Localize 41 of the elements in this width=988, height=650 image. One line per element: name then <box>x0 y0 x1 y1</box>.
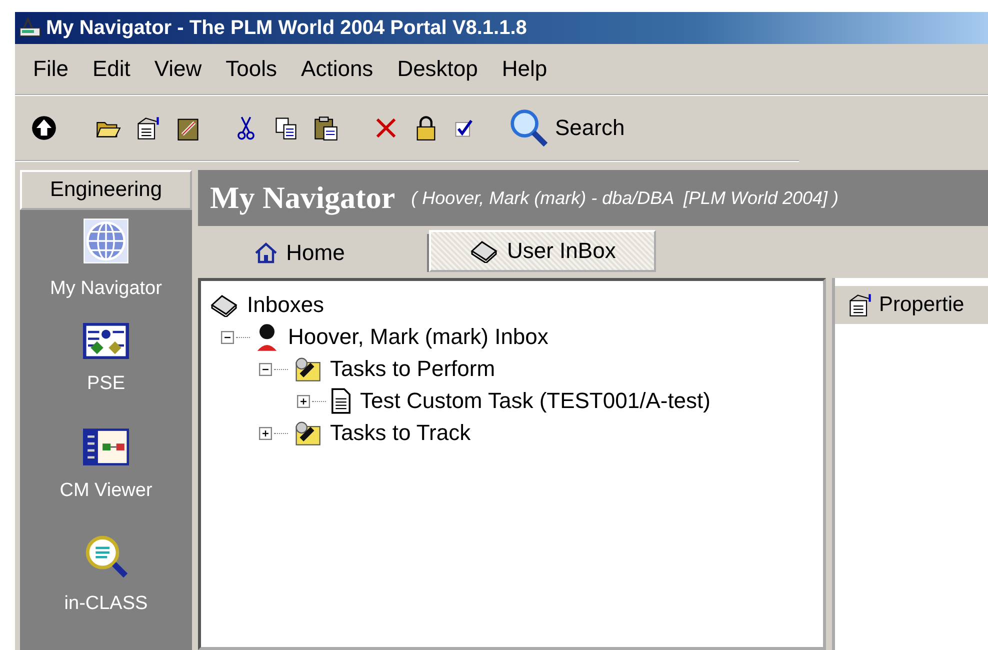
sidebar-item[interactable]: CM Viewer <box>20 428 192 525</box>
expander-icon[interactable] <box>259 426 272 440</box>
window-title: My Navigator - The PLM World 2004 Portal V8.1.1.8 <box>46 16 527 40</box>
properties-icon <box>847 292 873 318</box>
menu-item[interactable]: Actions <box>301 56 374 82</box>
tray-icon <box>469 239 499 263</box>
tray-icon <box>209 293 239 317</box>
copy-icon <box>273 115 299 141</box>
tree-item[interactable]: Tasks to Track <box>330 420 471 446</box>
sidebar-item[interactable]: in-CLASS <box>20 533 192 630</box>
magnifier-icon <box>83 533 129 579</box>
menu-item[interactable]: File <box>33 56 68 82</box>
group-button[interactable]: Engineering <box>20 170 192 210</box>
menu-item[interactable]: View <box>154 56 202 82</box>
expander-icon[interactable] <box>297 394 310 408</box>
page-title: My Navigator <box>210 180 396 216</box>
properties-tab[interactable]: Propertie <box>835 286 988 324</box>
menu-item[interactable]: Edit <box>92 56 130 82</box>
paste-icon <box>313 115 339 141</box>
toolbar-button[interactable] <box>29 113 59 143</box>
sidebar-item[interactable]: PSE <box>20 323 192 420</box>
search-button[interactable]: Search <box>507 106 627 150</box>
search-icon <box>509 108 549 148</box>
tree-item[interactable]: Inboxes <box>247 292 324 318</box>
properties-icon <box>135 115 161 141</box>
tree-item[interactable]: Tasks to Perform <box>330 356 496 382</box>
expander-icon[interactable] <box>221 330 234 344</box>
menu-item[interactable]: Tools <box>226 56 278 82</box>
tree-item[interactable]: Hoover, Mark (mark) Inbox <box>288 324 548 350</box>
structure-icon <box>83 323 129 359</box>
house-icon <box>254 241 278 265</box>
tab[interactable]: User InBox <box>429 230 656 272</box>
expander-icon[interactable] <box>259 362 272 376</box>
checkbox-icon <box>453 117 475 139</box>
user-info: ( Hoover, Mark (mark) - dba/DBA [PLM World 2004] ) <box>411 188 839 208</box>
document-icon <box>330 387 352 415</box>
tree-item[interactable]: Test Custom Task (TEST001/A-test) <box>360 388 710 414</box>
menu-item[interactable]: Help <box>502 56 548 82</box>
sidebar-item[interactable]: My Navigator <box>20 218 192 315</box>
menu-item[interactable]: Desktop <box>397 56 478 82</box>
viewer-icon <box>83 428 129 466</box>
